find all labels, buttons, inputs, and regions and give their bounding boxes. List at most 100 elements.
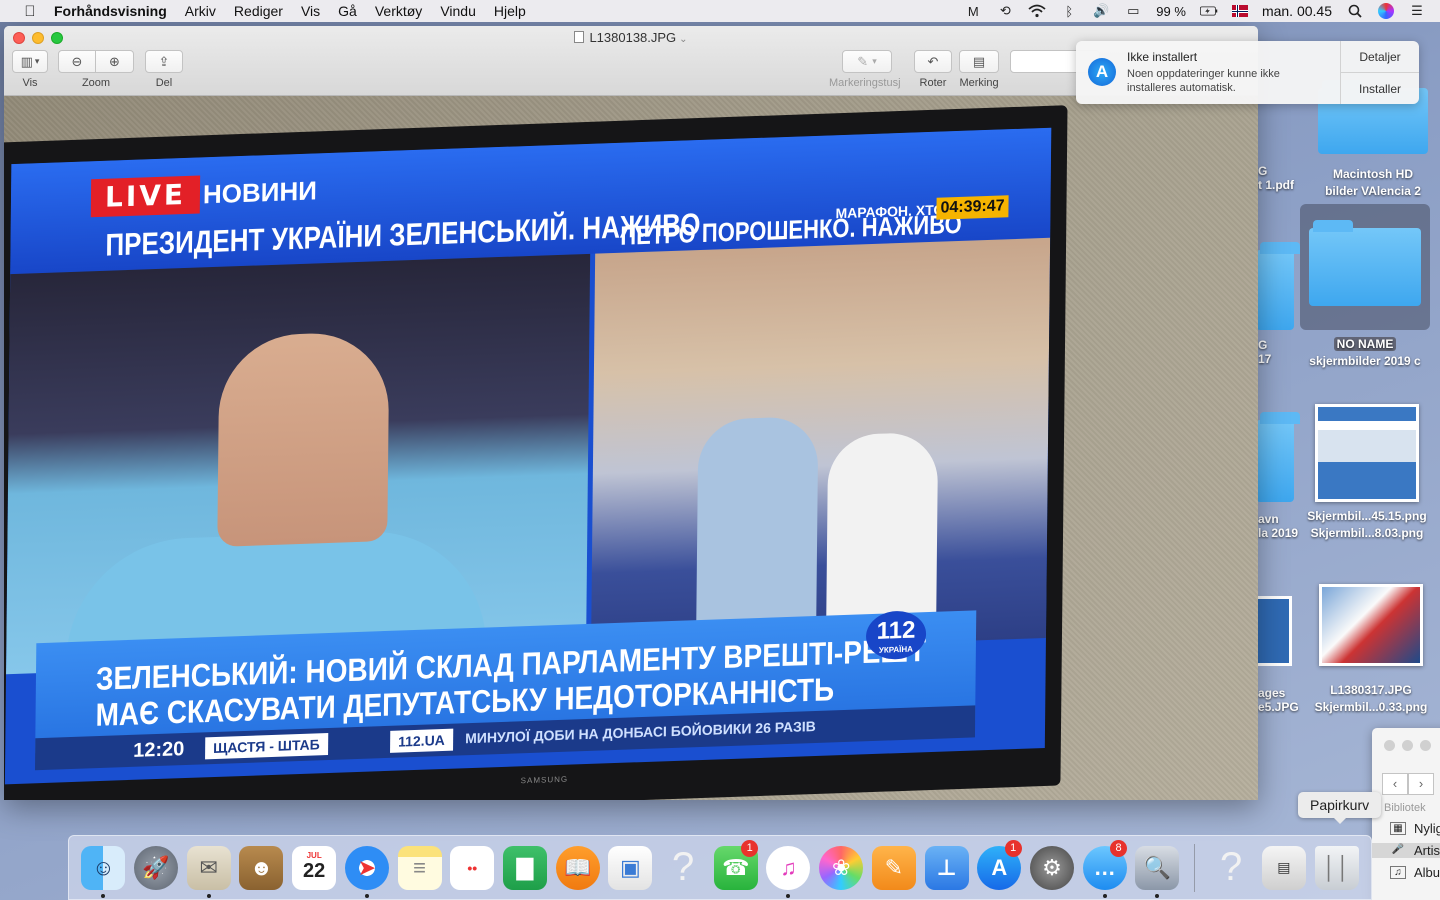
- share-tool: ⇪ Del: [145, 50, 183, 89]
- dock-messages[interactable]: … 8: [1078, 839, 1131, 898]
- sidebar-item-label: Nylig: [1414, 821, 1440, 836]
- menu-ga[interactable]: Gå: [338, 3, 357, 19]
- sidebar-icon: ▥: [20, 53, 33, 69]
- battery-charging-icon[interactable]: [1199, 3, 1218, 19]
- window-title[interactable]: L1380138.JPG ⌄: [4, 30, 1258, 45]
- battery-percent[interactable]: 99 %: [1156, 4, 1186, 19]
- menu-verktoy[interactable]: Verktøy: [375, 3, 422, 19]
- partial-label: e5.JPG: [1258, 700, 1299, 714]
- dock-keynote[interactable]: ⊥: [920, 840, 973, 896]
- dock-system-preferences[interactable]: ⚙: [1026, 840, 1079, 896]
- window-minimize-button[interactable]: [1402, 740, 1413, 751]
- dock-app-store[interactable]: A1: [973, 839, 1026, 896]
- dock-numbers[interactable]: ▇: [499, 840, 552, 896]
- image-thumbnail: [1319, 584, 1423, 666]
- partial-label: G: [1258, 164, 1268, 178]
- siri-icon[interactable]: [1378, 3, 1394, 19]
- markup-pen-button[interactable]: ✎ ▾: [842, 50, 892, 73]
- image-thumbnail[interactable]: [1256, 596, 1292, 666]
- partial-label: ages: [1258, 686, 1286, 700]
- desktop-icon-no-name[interactable]: NO NAME skjermbilder 2019 c: [1300, 204, 1430, 370]
- dock-trash[interactable]: ││: [1310, 840, 1363, 896]
- menubar-clock[interactable]: man. 00.45: [1262, 3, 1332, 19]
- dock-contacts[interactable]: ☻: [235, 840, 288, 896]
- sidebar-item-albums[interactable]: ♫ Albu: [1390, 865, 1440, 880]
- pen-icon: ✎: [857, 53, 869, 69]
- dock-photos[interactable]: ❀: [815, 840, 868, 896]
- details-button[interactable]: Detaljer: [1341, 41, 1419, 73]
- forward-button[interactable]: ›: [1408, 773, 1434, 795]
- update-notification[interactable]: A Ikke installert Noen oppdateringer kun…: [1076, 41, 1419, 104]
- image-thumbnail: [1315, 404, 1419, 502]
- markup-button[interactable]: ▤: [959, 50, 999, 73]
- rotate-icon: ↶: [927, 53, 939, 69]
- rotate-tool: ↶ Roter: [914, 50, 952, 89]
- norwegian-flag-icon[interactable]: [1231, 5, 1248, 17]
- view-button[interactable]: ▥ ▾: [12, 50, 48, 73]
- dock-mail[interactable]: ✉: [182, 840, 235, 898]
- window-close-button[interactable]: [1384, 740, 1395, 751]
- launchpad-icon: 🚀: [134, 845, 179, 890]
- desktop-icon-l1380317[interactable]: L1380317.JPG Skjermbil...0.33.png: [1306, 584, 1436, 716]
- wifi-icon[interactable]: [1028, 3, 1046, 19]
- zoom-in-button[interactable]: ⊕: [96, 50, 134, 73]
- menu-app-name[interactable]: Forhåndsvisning: [54, 3, 167, 19]
- airplay-icon[interactable]: ▭: [1124, 3, 1142, 19]
- menu-hjelp[interactable]: Hjelp: [494, 3, 526, 19]
- install-button[interactable]: Installer: [1341, 73, 1419, 104]
- zoom-out-icon: ⊖: [71, 53, 83, 69]
- partial-desktop-label: avn la 2019: [1258, 512, 1308, 540]
- app-store-badge: 1: [1004, 839, 1022, 857]
- markup-pen-tool: ✎ ▾ Markeringstusj: [829, 50, 901, 89]
- dock-unknown-folder[interactable]: ?: [1205, 840, 1258, 896]
- dock-pages[interactable]: ✎: [868, 840, 921, 896]
- dock-launchpad[interactable]: 🚀: [130, 840, 183, 896]
- dock-itunes[interactable]: ♫: [762, 840, 815, 898]
- zoom-out-button[interactable]: ⊖: [58, 50, 96, 73]
- channel-country: УКРАЇНА: [878, 644, 913, 655]
- dock-finder[interactable]: ☺: [77, 840, 130, 898]
- window-fullscreen-button[interactable]: [1420, 740, 1431, 751]
- dock: ☺ 🚀 ✉ ☻ JUL 22 ➤ ≡ •• ▇ 📖 ▣ ? ☎ 1 ♫ ❀ ✎ ⊥ …: [68, 835, 1372, 900]
- rotate-button[interactable]: ↶: [914, 50, 952, 73]
- dock-photo-preview[interactable]: ▣: [604, 840, 657, 896]
- spotlight-icon[interactable]: [1346, 3, 1364, 19]
- share-button[interactable]: ⇪: [145, 50, 183, 73]
- photo-booth-icon: ▣: [608, 845, 653, 890]
- markup-label: Merking: [959, 77, 999, 89]
- dock-preview[interactable]: 🔍: [1131, 840, 1184, 898]
- notes-icon: ≡: [397, 845, 442, 890]
- running-indicator: [101, 893, 106, 898]
- sidebar-item-recent[interactable]: ▦ Nylig: [1390, 821, 1440, 836]
- menu-vis[interactable]: Vis: [301, 3, 320, 19]
- desktop-icon-macintosh-hd[interactable]: Macintosh HD bilder VAlencia 2: [1308, 80, 1438, 200]
- dock-screenshot-stack[interactable]: ▤: [1257, 840, 1310, 896]
- dock-safari[interactable]: ➤: [341, 840, 394, 898]
- menu-rediger[interactable]: Rediger: [234, 3, 283, 19]
- bluetooth-icon[interactable]: ᛒ: [1060, 3, 1078, 19]
- notification-center-icon[interactable]: ☰: [1408, 3, 1426, 19]
- dock-notes[interactable]: ≡: [393, 840, 446, 896]
- dock-facetime[interactable]: ☎ 1: [709, 839, 762, 896]
- dock-books[interactable]: 📖: [551, 840, 604, 896]
- back-button[interactable]: ‹: [1382, 773, 1408, 795]
- malwarebytes-icon[interactable]: M: [964, 3, 982, 19]
- facetime-badge: 1: [741, 839, 759, 857]
- folder-icon[interactable]: [1256, 412, 1300, 502]
- running-indicator: [1155, 893, 1160, 898]
- volume-icon[interactable]: 🔊: [1092, 3, 1110, 19]
- menu-arkiv[interactable]: Arkiv: [185, 3, 216, 19]
- desktop-icon-label: Skjermbil...8.03.png: [1310, 526, 1424, 540]
- apple-menu-icon[interactable]: : [20, 3, 40, 20]
- dock-calendar[interactable]: JUL 22: [288, 840, 341, 896]
- menu-vindu[interactable]: Vindu: [440, 3, 476, 19]
- window-title-text: L1380138.JPG: [589, 30, 677, 45]
- folder-icon[interactable]: [1256, 242, 1300, 330]
- dock-reminders[interactable]: ••: [446, 840, 499, 896]
- time-machine-icon[interactable]: ⟲: [996, 3, 1014, 19]
- tv-news-label: НОВИНИ: [202, 175, 318, 210]
- desktop-icon-estland-screenshot[interactable]: Skjermbil...45.15.png Skjermbil...8.03.p…: [1302, 404, 1432, 542]
- desktop-icon-label: L1380317.JPG: [1330, 683, 1412, 697]
- dock-unknown-app[interactable]: ?: [657, 840, 710, 896]
- sidebar-item-artists[interactable]: 🎤 Artis: [1372, 843, 1440, 858]
